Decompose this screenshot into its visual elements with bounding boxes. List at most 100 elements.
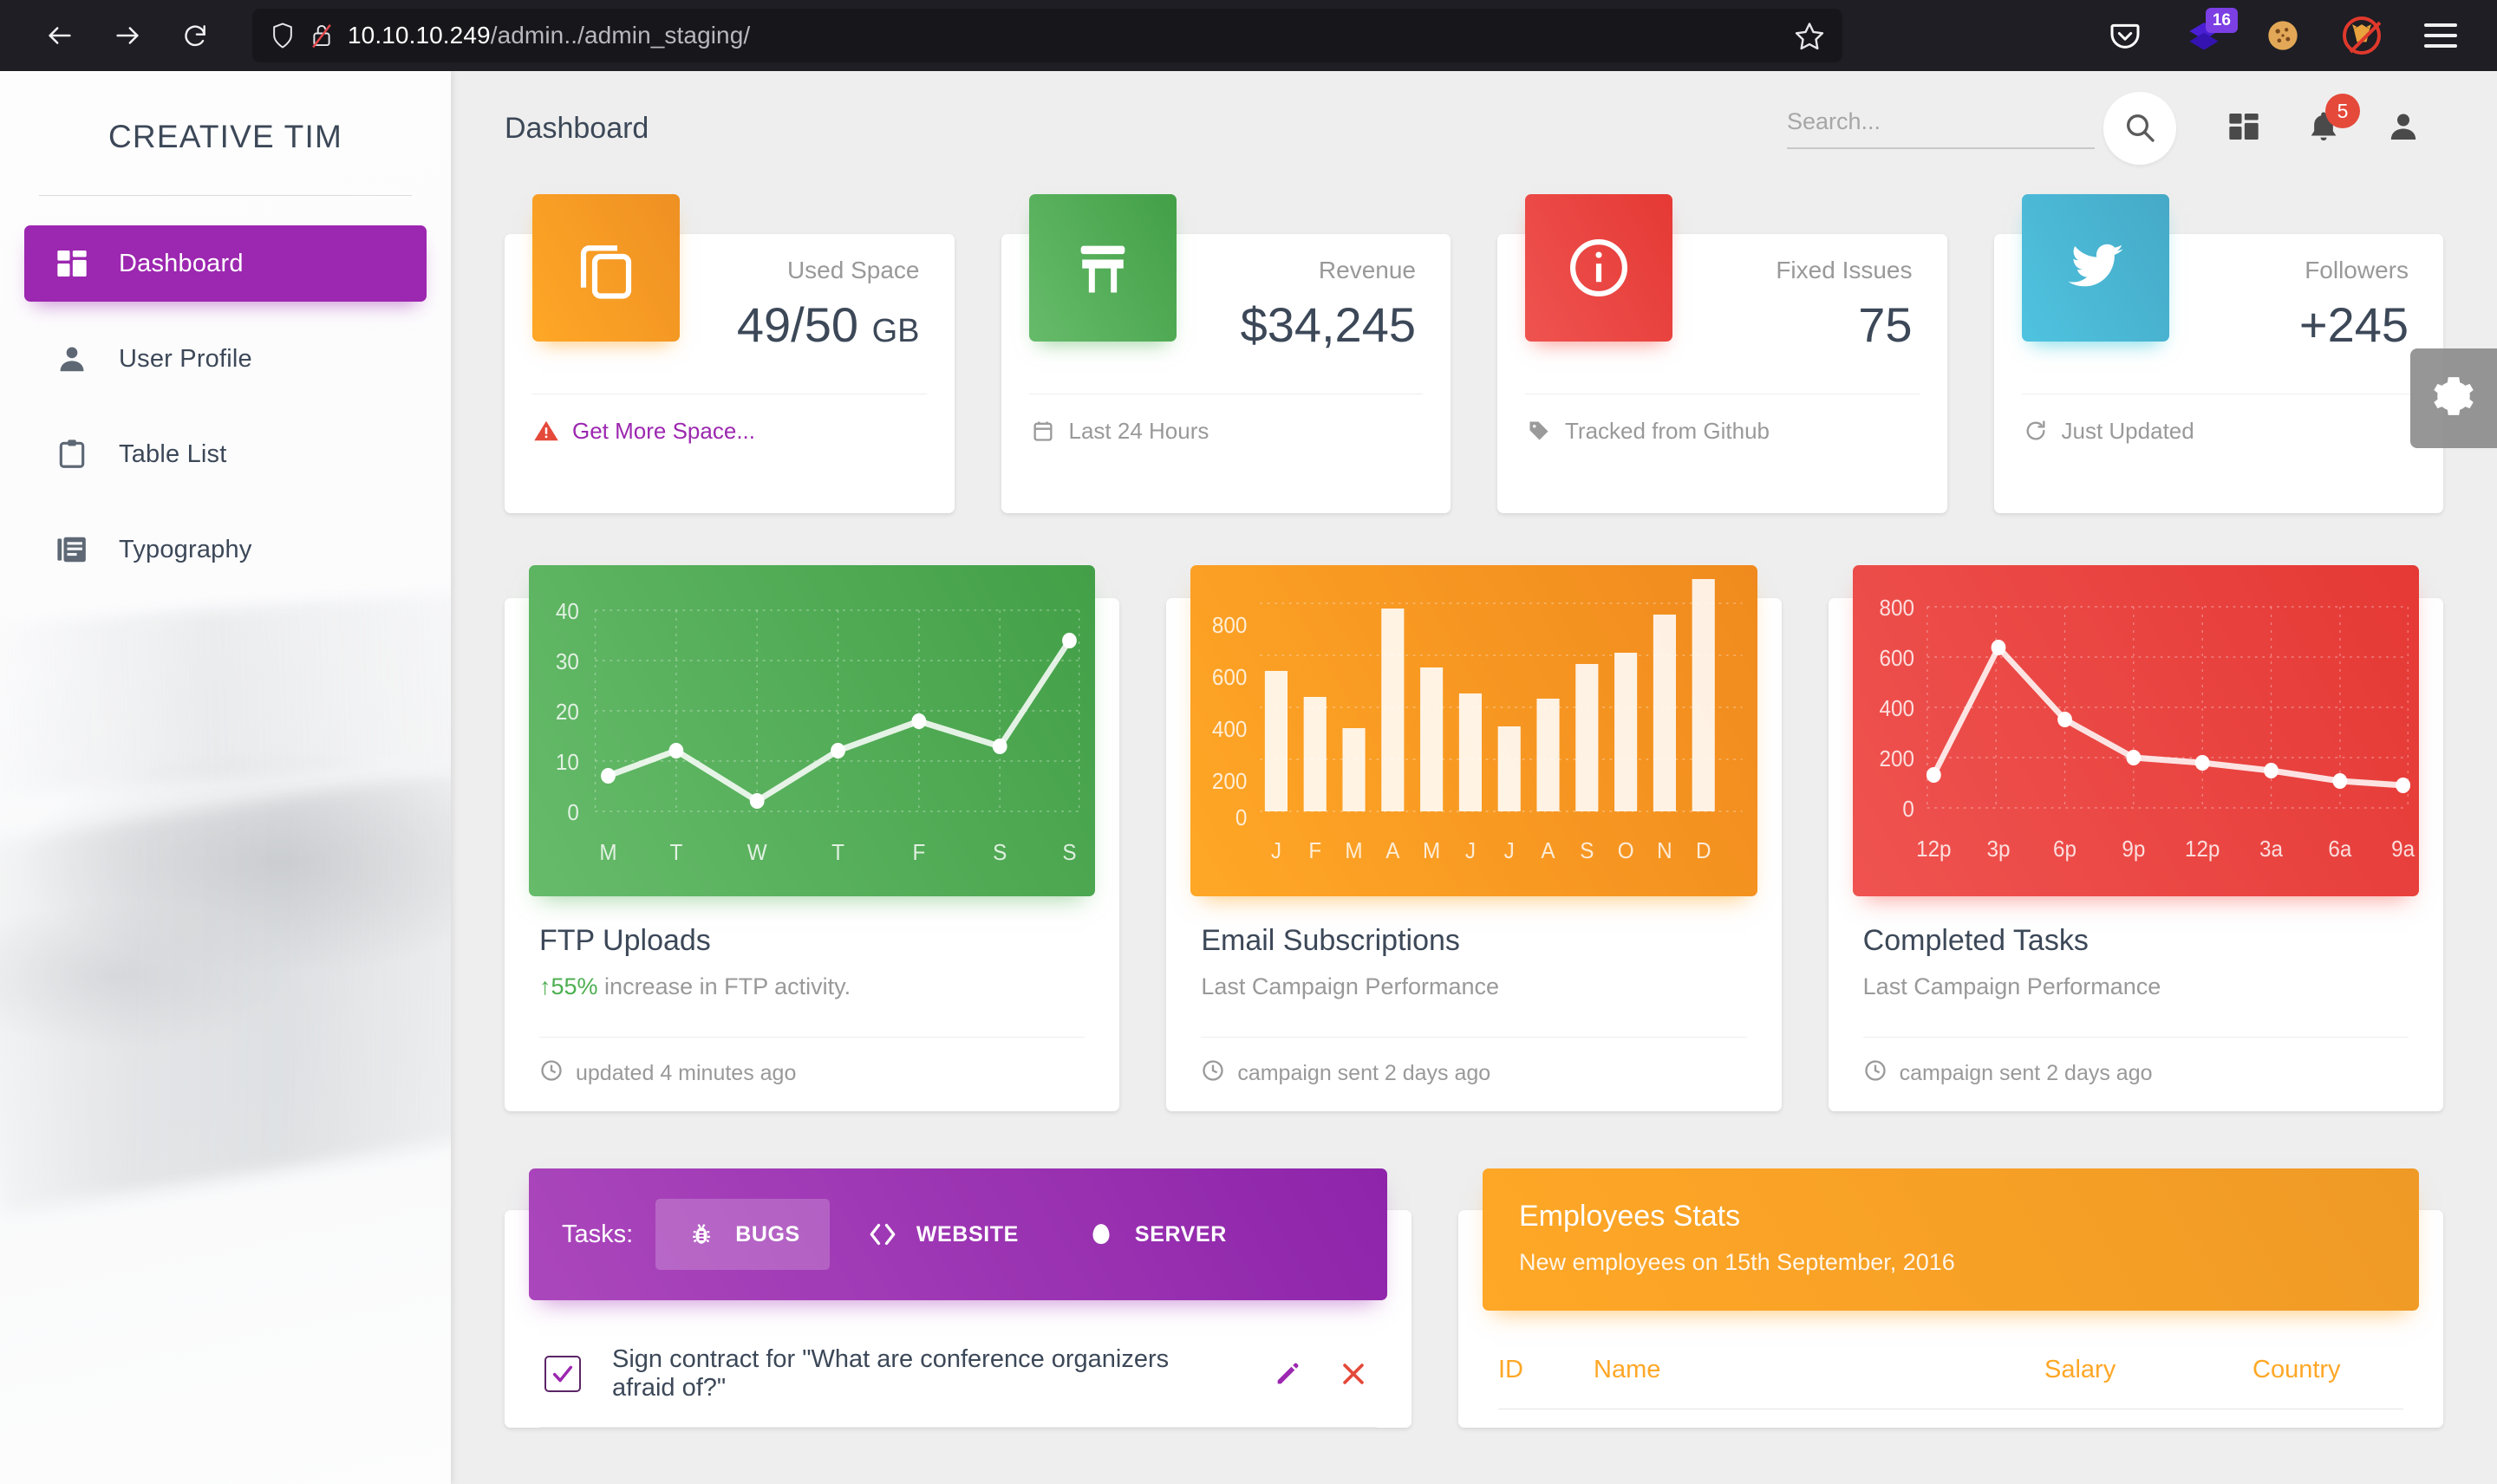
search-field[interactable] xyxy=(1787,107,2095,149)
chart-footer-text: campaign sent 2 days ago xyxy=(1899,1061,2153,1085)
svg-text:400: 400 xyxy=(1212,717,1247,742)
tasks-label: Tasks: xyxy=(562,1220,634,1248)
twitter-icon xyxy=(2021,194,2169,342)
svg-text:30: 30 xyxy=(556,649,579,674)
stat-card-fixed-issues: Fixed Issues 75 Tracked from Github xyxy=(1497,194,1947,513)
tasks-card: Tasks: BUGS WEBSITE SERVER Sign contract… xyxy=(505,1168,1411,1428)
cloud-icon xyxy=(1085,1218,1118,1251)
layers-badge: 16 xyxy=(2205,8,2238,33)
svg-text:40: 40 xyxy=(556,599,579,624)
chart-subtitle-pct: 55% xyxy=(551,973,598,999)
clipboard-icon xyxy=(53,435,91,473)
x-axis-ticks: J F M A M J J A S O N D xyxy=(1271,838,1711,863)
employees-subtitle: New employees on 15th September, 2016 xyxy=(1519,1249,1955,1275)
tasks-header: Tasks: BUGS WEBSITE SERVER xyxy=(529,1168,1387,1300)
svg-text:O: O xyxy=(1618,838,1634,863)
svg-text:T: T xyxy=(831,840,844,865)
data-points xyxy=(1926,640,2410,793)
sidebar-item-dashboard[interactable]: Dashboard xyxy=(24,225,427,302)
url-text: 10.10.10.249/admin../admin_staging/ xyxy=(348,22,1780,49)
star-icon[interactable] xyxy=(1794,20,1825,51)
svg-text:12p: 12p xyxy=(2185,836,2220,862)
tasks-tab-website[interactable]: WEBSITE xyxy=(837,1199,1048,1270)
search-button[interactable] xyxy=(2103,92,2176,165)
url-path: /admin../admin_staging/ xyxy=(490,22,751,49)
close-x-icon[interactable] xyxy=(1335,1356,1372,1392)
pocket-icon[interactable] xyxy=(2105,16,2145,55)
pencil-icon[interactable] xyxy=(1269,1356,1306,1392)
reload-icon[interactable] xyxy=(175,16,215,55)
svg-text:9p: 9p xyxy=(2122,836,2145,862)
task-checkbox[interactable] xyxy=(544,1356,581,1392)
no-fox-icon[interactable] xyxy=(2342,16,2382,55)
tasks-tab-label: WEBSITE xyxy=(916,1221,1019,1246)
svg-text:9a: 9a xyxy=(2391,836,2415,862)
lock-broken-icon[interactable] xyxy=(310,22,334,49)
store-icon xyxy=(1028,194,1177,342)
chart-subtitle: Last Campaign Performance xyxy=(1862,973,2161,999)
chart-cards-row: 40 30 20 10 0 M T W T F S S FTP Uploads … xyxy=(505,513,2443,1111)
person-icon xyxy=(53,340,91,378)
svg-text:200: 200 xyxy=(1212,769,1247,794)
search-input[interactable] xyxy=(1787,107,2095,135)
chart-card-body: Completed Tasks Last Campaign Performanc… xyxy=(1829,896,2443,1000)
forward-icon[interactable] xyxy=(108,16,147,55)
svg-text:3a: 3a xyxy=(2259,836,2283,862)
sidebar: CREATIVE TIM Dashboard User Profile Tabl… xyxy=(0,71,451,1484)
user-account-button[interactable] xyxy=(2363,88,2443,168)
stat-number: 49/50 xyxy=(736,297,859,352)
svg-text:12p: 12p xyxy=(1916,836,1951,862)
y-axis-ticks: 40 30 20 10 0 xyxy=(556,599,579,825)
calendar-icon xyxy=(1029,417,1057,445)
completed-tasks-chart: 800 600 400 200 0 12p 3p 6p 9p 12p 3a 6a… xyxy=(1852,565,2419,896)
chart-card-body: Email Subscriptions Last Campaign Perfor… xyxy=(1166,896,1781,1000)
stat-card-followers: Followers +245 Just Updated xyxy=(1993,194,2443,513)
update-icon xyxy=(2022,417,2050,445)
tasks-list: Sign contract for "What are conference o… xyxy=(505,1300,1411,1428)
sidebar-item-table-list[interactable]: Table List xyxy=(24,416,427,492)
employees-stats-card: Employees Stats New employees on 15th Se… xyxy=(1458,1168,2443,1428)
sidebar-item-user-profile[interactable]: User Profile xyxy=(24,321,427,397)
clock-icon xyxy=(1863,1058,1887,1089)
notifications-button[interactable]: 5 xyxy=(2284,88,2363,168)
clock-icon xyxy=(1201,1058,1225,1089)
svg-text:S: S xyxy=(1062,840,1076,865)
info-icon xyxy=(1525,194,1672,342)
svg-text:0: 0 xyxy=(1902,797,1913,822)
chart-footer-text: updated 4 minutes ago xyxy=(576,1061,797,1085)
chart-card-completed-tasks: 800 600 400 200 0 12p 3p 6p 9p 12p 3a 6a… xyxy=(1828,565,2443,1111)
svg-text:6a: 6a xyxy=(2328,836,2351,862)
dashboard-grid-icon xyxy=(2226,109,2261,148)
dashboard-grid-icon xyxy=(53,244,91,283)
x-axis-ticks: M T W T F S S xyxy=(599,840,1076,865)
tasks-tab-label: BUGS xyxy=(735,1221,800,1246)
employees-header: Employees Stats New employees on 15th Se… xyxy=(1483,1168,2419,1311)
column-header-name: Name xyxy=(1594,1356,1661,1383)
sidebar-item-typography[interactable]: Typography xyxy=(24,511,427,588)
apps-grid-button[interactable] xyxy=(2204,88,2284,168)
cookie-icon[interactable] xyxy=(2263,16,2303,55)
y-axis-ticks: 800 600 400 200 0 xyxy=(1879,596,1913,822)
content-copy-icon xyxy=(532,194,680,342)
hamburger-menu-icon[interactable] xyxy=(2421,16,2461,55)
settings-panel-toggle[interactable] xyxy=(2410,348,2497,448)
layers-icon[interactable]: 16 xyxy=(2184,8,2238,55)
stat-footer-text: Just Updated xyxy=(2061,417,2194,444)
brand-logo[interactable]: CREATIVE TIM xyxy=(0,71,451,195)
tasks-tab-server[interactable]: SERVER xyxy=(1055,1199,1256,1270)
sidebar-item-label: Dashboard xyxy=(119,249,244,277)
column-header-id: ID xyxy=(1498,1356,1523,1383)
tasks-tab-bugs[interactable]: BUGS xyxy=(655,1199,830,1270)
chart-subtitle: Last Campaign Performance xyxy=(1201,973,1499,999)
warning-icon xyxy=(532,417,560,445)
address-bar[interactable]: 10.10.10.249/admin../admin_staging/ xyxy=(252,9,1842,62)
bottom-row: Tasks: BUGS WEBSITE SERVER Sign contract… xyxy=(505,1162,2443,1428)
svg-text:A: A xyxy=(1386,838,1400,863)
get-more-space-link[interactable]: Get More Space... xyxy=(572,418,755,445)
completed-tasks-svg: 800 600 400 200 0 12p 3p 6p 9p 12p 3a 6a… xyxy=(1879,596,2415,862)
x-axis-ticks: 12p 3p 6p 9p 12p 3a 6a 9a xyxy=(1916,836,2415,862)
dashboard-content: Used Space 49/50 GB Get More Space... Re… xyxy=(451,186,2497,1428)
svg-text:M: M xyxy=(1346,838,1363,863)
task-actions xyxy=(1269,1356,1372,1392)
back-icon[interactable] xyxy=(40,16,80,55)
